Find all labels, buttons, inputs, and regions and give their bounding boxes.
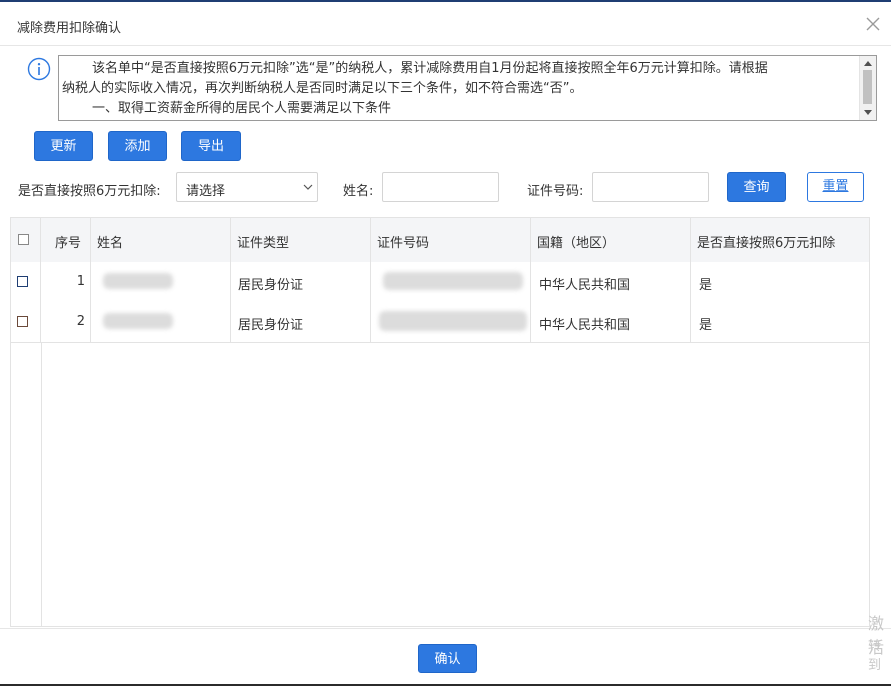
reset-button[interactable]: 重置 xyxy=(807,172,864,202)
row-select-cell xyxy=(11,262,41,302)
confirm-button[interactable]: 确认 xyxy=(418,644,477,673)
header-id-number: 证件号码 xyxy=(371,218,531,262)
name-filter-label: 姓名: xyxy=(343,184,374,199)
header-divider xyxy=(0,45,891,46)
footer-divider xyxy=(0,628,891,629)
select-all-checkbox[interactable] xyxy=(18,234,29,245)
row-seq: 1 xyxy=(41,262,91,302)
row-nationality: 中华人民共和国 xyxy=(531,262,691,302)
header-id-type: 证件类型 xyxy=(231,218,371,262)
chevron-down-icon xyxy=(303,184,313,190)
name-input[interactable] xyxy=(382,172,499,202)
row-seq: 2 xyxy=(41,302,91,342)
row-checkbox[interactable] xyxy=(17,276,28,287)
column-divider xyxy=(41,342,42,626)
row-deduct: 是 xyxy=(699,278,713,293)
header-name: 姓名 xyxy=(91,218,231,262)
redacted-name xyxy=(103,273,173,289)
table-row[interactable]: 2 居民身份证 中华人民共和国 是 xyxy=(11,302,869,343)
row-name xyxy=(91,262,231,302)
id-filter-label: 证件号码: xyxy=(527,184,584,199)
header-nationality: 国籍（地区） xyxy=(531,218,691,262)
redacted-id-number xyxy=(383,272,523,290)
query-button[interactable]: 查询 xyxy=(727,172,786,202)
close-icon[interactable] xyxy=(863,14,883,34)
select-all-cell xyxy=(11,218,41,262)
deduct-filter-label: 是否直接按照6万元扣除: xyxy=(18,184,161,199)
row-deduct: 是 xyxy=(699,318,713,333)
scroll-thumb[interactable] xyxy=(863,70,872,104)
info-icon xyxy=(27,57,51,81)
reset-label: 重置 xyxy=(822,179,849,194)
header-seq: 序号 xyxy=(41,218,91,262)
row-name xyxy=(91,302,231,342)
row-select-cell xyxy=(11,302,41,342)
redacted-id-number xyxy=(379,311,527,331)
table-row[interactable]: 1 居民身份证 中华人民共和国 是 xyxy=(11,262,869,303)
table-header: 序号 姓名 证件类型 证件号码 国籍（地区） 是否直接按照6万元扣除 xyxy=(11,218,869,263)
notice-scrollbar[interactable] xyxy=(859,56,876,120)
deduct-select-value: 请选择 xyxy=(186,184,226,199)
id-number-input[interactable] xyxy=(592,172,709,202)
update-button[interactable]: 更新 xyxy=(34,131,93,161)
header-deduct: 是否直接按照6万元扣除 xyxy=(697,236,836,251)
deduction-confirm-dialog: 减除费用扣除确认 该名单中“是否直接按照6万元扣除”选“是”的纳税人，累计减除费… xyxy=(0,2,891,686)
row-nationality: 中华人民共和国 xyxy=(531,302,691,342)
row-id-number xyxy=(371,262,531,302)
export-button[interactable]: 导出 xyxy=(181,131,241,161)
row-id-type: 居民身份证 xyxy=(231,262,371,302)
scroll-down-icon[interactable] xyxy=(864,110,872,115)
notice-line-3: 一、取得工资薪金所得的居民个人需要满足以下条件 xyxy=(92,101,392,116)
row-id-number xyxy=(371,302,531,342)
notice-text: 该名单中“是否直接按照6万元扣除”选“是”的纳税人，累计减除费用自1月份起将直接… xyxy=(62,59,854,119)
dialog-title: 减除费用扣除确认 xyxy=(17,21,122,36)
watermark-line-2: 转到 xyxy=(868,639,882,673)
add-button[interactable]: 添加 xyxy=(108,131,167,161)
scroll-up-icon[interactable] xyxy=(864,61,872,66)
notice-line-2: 纳税人的实际收入情况，再次判断纳税人是否同时满足以下三个条件，如不符合需选“否”… xyxy=(62,81,583,96)
row-checkbox[interactable] xyxy=(17,316,28,327)
notice-textarea[interactable]: 该名单中“是否直接按照6万元扣除”选“是”的纳税人，累计减除费用自1月份起将直接… xyxy=(58,55,877,121)
redacted-name xyxy=(103,313,173,329)
notice-line-1: 该名单中“是否直接按照6万元扣除”选“是”的纳税人，累计减除费用自1月份起将直接… xyxy=(92,61,768,76)
taxpayer-table: 序号 姓名 证件类型 证件号码 国籍（地区） 是否直接按照6万元扣除 1 居民身… xyxy=(10,217,870,627)
deduct-select[interactable]: 请选择 xyxy=(176,172,318,202)
row-id-type: 居民身份证 xyxy=(231,302,371,342)
